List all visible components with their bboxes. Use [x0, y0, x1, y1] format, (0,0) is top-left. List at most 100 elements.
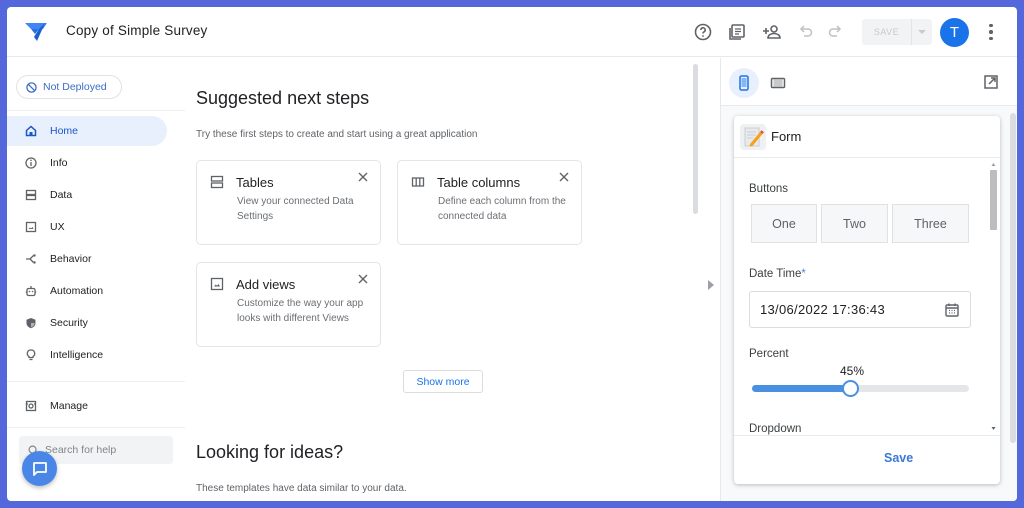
required-marker: *	[801, 268, 806, 280]
data-icon	[25, 189, 37, 201]
divider	[7, 427, 185, 428]
redo-icon[interactable]	[823, 20, 847, 44]
card-title: Table columns	[437, 175, 521, 190]
scroll-up-arrow-icon[interactable]	[986, 160, 1000, 168]
sidebar-item-label: Info	[50, 157, 68, 169]
sidebar-item-intelligence[interactable]: Intelligence	[7, 340, 167, 370]
sidebar-item-label: Intelligence	[50, 349, 104, 361]
sidebar-item-behavior[interactable]: Behavior	[7, 244, 167, 274]
main-scrollbar[interactable]	[693, 64, 698, 214]
form-title: Form	[771, 129, 802, 144]
user-avatar[interactable]: T	[940, 18, 969, 47]
ideas-title: Looking for ideas?	[196, 442, 344, 462]
lightbulb-icon	[26, 349, 36, 361]
datetime-input[interactable]: 13/06/2022 17:36:43	[749, 291, 971, 328]
datetime-value: 13/06/2022 17:36:43	[760, 302, 885, 317]
close-icon[interactable]	[356, 272, 370, 286]
tables-icon	[210, 175, 224, 189]
sidebar-item-home[interactable]: Home	[7, 116, 167, 146]
sidebar-item-label: Behavior	[50, 253, 92, 265]
divider	[7, 110, 185, 111]
card-title: Add views	[236, 277, 296, 292]
chat-icon	[32, 461, 47, 476]
deploy-status-chip[interactable]: Not Deployed	[16, 75, 122, 99]
chat-support-button[interactable]	[22, 451, 57, 486]
columns-icon	[411, 177, 425, 187]
form-header: Form	[734, 116, 1000, 158]
mobile-view-button[interactable]	[729, 68, 759, 98]
phone-icon	[739, 75, 749, 91]
close-icon[interactable]	[356, 170, 370, 184]
form-scrollbar[interactable]	[986, 158, 1000, 435]
info-icon	[25, 157, 37, 169]
appsheet-logo-icon	[25, 23, 47, 41]
scroll-down-arrow-icon[interactable]	[986, 425, 1000, 433]
sidebar-item-security[interactable]: Security	[7, 308, 167, 338]
sidebar-item-label: Home	[50, 125, 79, 137]
card-description: View your connected Data Settings	[237, 196, 354, 222]
form-body: Buttons One Two Three Date Time* 13/06/2…	[734, 158, 1000, 435]
app-title: Copy of Simple Survey	[66, 23, 208, 38]
ideas-subtitle: These templates have data similar to you…	[196, 483, 407, 494]
sidebar-item-manage[interactable]: Manage	[7, 391, 167, 421]
form-edit-icon	[740, 124, 766, 150]
divider	[7, 381, 185, 382]
sidebar-item-label: Manage	[50, 400, 88, 412]
tablet-view-button[interactable]	[763, 68, 793, 98]
slider-fill	[752, 385, 850, 392]
sidebar-item-label: Data	[50, 189, 73, 201]
percent-slider[interactable]	[752, 380, 969, 397]
sidebar-item-ux[interactable]: UX	[7, 212, 167, 242]
preview-toolbar	[721, 58, 1017, 106]
app-window: Copy of Simple Survey SAVE T Not Deploye…	[7, 7, 1017, 501]
help-icon[interactable]	[691, 20, 715, 44]
save-options-dropdown[interactable]	[912, 19, 932, 45]
documentation-icon[interactable]	[725, 20, 749, 44]
option-button-three[interactable]: Three	[892, 204, 969, 243]
sidebar: Not Deployed Home Info Data UX Behavior …	[7, 58, 185, 501]
behavior-icon	[26, 254, 36, 264]
undo-icon[interactable]	[794, 20, 818, 44]
datetime-field-label: Date Time*	[749, 268, 806, 280]
calendar-icon[interactable]	[944, 302, 960, 318]
more-options-icon[interactable]	[983, 20, 999, 44]
sidebar-item-data[interactable]: Data	[7, 180, 167, 210]
top-bar: Copy of Simple Survey SAVE T	[7, 7, 1017, 57]
sidebar-item-label: Automation	[50, 285, 104, 297]
preview-scrollbar[interactable]	[1010, 113, 1016, 443]
open-in-new-icon[interactable]	[983, 74, 999, 90]
percent-value-label: 45%	[840, 364, 865, 378]
save-button-group: SAVE	[862, 19, 932, 45]
manage-icon	[25, 400, 37, 412]
chevron-down-icon	[918, 29, 926, 34]
automation-robot-icon	[25, 286, 37, 297]
show-more-button[interactable]: Show more	[403, 370, 483, 393]
views-icon	[210, 277, 224, 291]
collapse-preview-arrow-icon[interactable]	[708, 280, 714, 290]
option-button-one[interactable]: One	[751, 204, 817, 243]
card-description: Define each column from the connected da…	[438, 196, 566, 222]
buttons-field-label: Buttons	[749, 183, 788, 195]
option-button-two[interactable]: Two	[821, 204, 888, 243]
form-save-button[interactable]: Save	[884, 451, 913, 465]
share-add-person-icon[interactable]	[760, 20, 784, 44]
slider-thumb[interactable]	[841, 380, 859, 397]
sidebar-item-label: UX	[50, 221, 65, 233]
suggestion-card-tables[interactable]: Tables View your connected Data Settings	[196, 160, 381, 245]
sidebar-item-info[interactable]: Info	[7, 148, 167, 178]
main-content: Suggested next steps Try these first ste…	[185, 58, 720, 501]
deploy-status-label: Not Deployed	[43, 81, 107, 93]
help-search-placeholder: Search for help	[45, 444, 117, 456]
suggestion-card-add-views[interactable]: Add views Customize the way your app loo…	[196, 262, 381, 347]
scrollbar-thumb[interactable]	[990, 170, 997, 230]
tablet-icon	[770, 77, 786, 89]
close-icon[interactable]	[557, 170, 571, 184]
ux-icon	[25, 221, 37, 233]
sidebar-item-automation[interactable]: Automation	[7, 276, 167, 306]
suggestion-card-table-columns[interactable]: Table columns Define each column from th…	[397, 160, 582, 245]
save-button[interactable]: SAVE	[862, 19, 912, 45]
home-icon	[25, 125, 37, 137]
datetime-label-text: Date Time	[749, 268, 802, 280]
card-title: Tables	[236, 175, 274, 190]
suggested-steps-subtitle: Try these first steps to create and star…	[196, 129, 478, 140]
